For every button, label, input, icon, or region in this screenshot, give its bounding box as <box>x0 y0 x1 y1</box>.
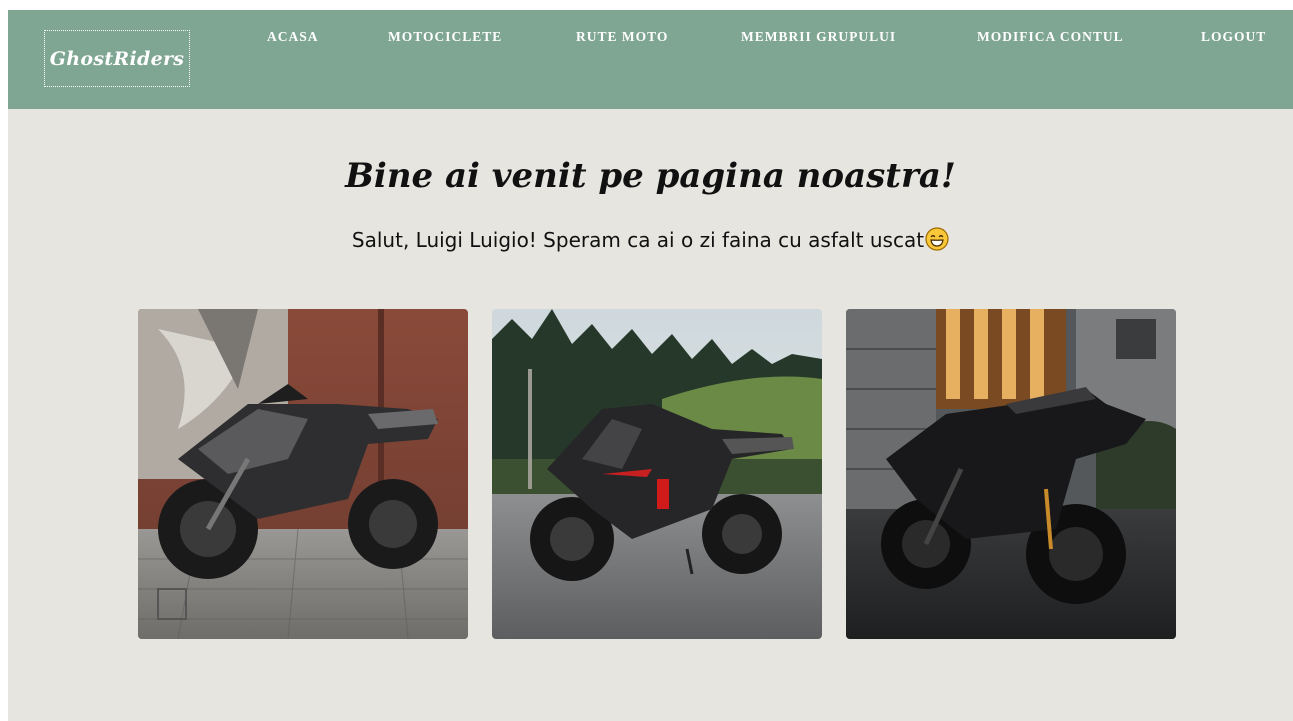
nav-item-logout[interactable]: LOGOUT <box>1201 29 1266 45</box>
grinning-face-icon <box>925 227 949 251</box>
greeting-message: Salut, Luigi Luigio! Speram ca ai o zi f… <box>8 227 1293 252</box>
page-title: Bine ai venit pe pagina noastra! <box>345 156 956 196</box>
motorcycle-photo-honda <box>492 309 822 639</box>
greeting-text: Salut, Luigi Luigio! Speram ca ai o zi f… <box>351 228 925 252</box>
navbar: GhostRiders ACASA MOTOCICLETE RUTE MOTO … <box>8 10 1293 109</box>
logo[interactable]: GhostRiders <box>44 30 190 87</box>
nav-item-modifica-contul[interactable]: MODIFICA CONTUL <box>977 29 1124 45</box>
motorcycle-photo-yamaha <box>846 309 1176 639</box>
nav-item-membrii-grupului[interactable]: MEMBRII GRUPULUI <box>741 29 896 45</box>
nav-item-acasa[interactable]: ACASA <box>267 29 319 45</box>
nav-item-rute-moto[interactable]: RUTE MOTO <box>576 29 668 45</box>
page-frame: GhostRiders ACASA MOTOCICLETE RUTE MOTO … <box>8 10 1293 721</box>
nav-item-motociclete[interactable]: MOTOCICLETE <box>388 29 502 45</box>
motorcycle-photo-kawasaki <box>138 309 468 639</box>
